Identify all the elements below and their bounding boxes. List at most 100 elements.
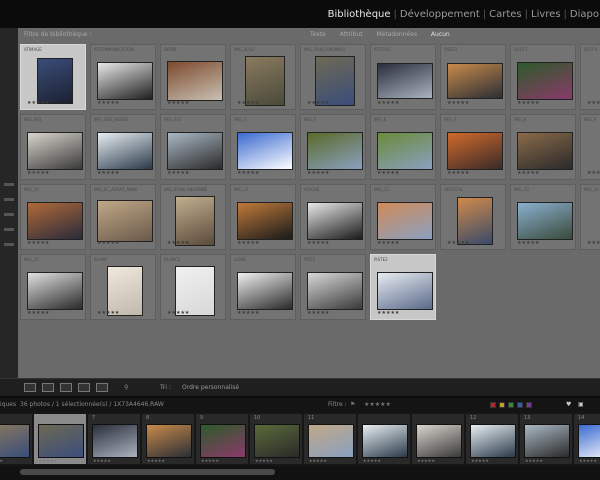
- photo-thumbnail[interactable]: [237, 202, 293, 240]
- rating-stars[interactable]: ★★★★★: [587, 100, 600, 106]
- photo-thumbnail[interactable]: [457, 197, 493, 245]
- filmstrip-thumbnail[interactable]: [92, 424, 138, 458]
- rating-stars[interactable]: ★★★★★: [27, 170, 49, 176]
- grid-cell[interactable]: BLANC2 ★★★★★: [160, 254, 226, 320]
- photo-thumbnail[interactable]: [245, 56, 285, 106]
- filmstrip-cell[interactable]: 12 ★★★★★: [466, 414, 518, 464]
- filmstrip-thumbnail[interactable]: [578, 424, 600, 458]
- grid-cell[interactable]: DSCF2 ★★★★★: [440, 44, 506, 110]
- filmstrip-thumbnail[interactable]: [146, 424, 192, 458]
- photo-thumbnail[interactable]: [517, 132, 573, 170]
- filmstrip-cell[interactable]: 9 ★★★★★: [196, 414, 248, 464]
- module-library[interactable]: Bibliothèque: [328, 9, 391, 20]
- filmstrip-scrollbar[interactable]: [0, 466, 600, 480]
- filmstrip-cell[interactable]: ★★★★★: [412, 414, 464, 464]
- photo-thumbnail[interactable]: [307, 132, 363, 170]
- photo-thumbnail[interactable]: [175, 196, 215, 246]
- grid-cell[interactable]: LIGNE ★★★★★: [230, 254, 296, 320]
- flag-icon[interactable]: ⚑: [350, 401, 355, 408]
- filter-attribute[interactable]: Attribut: [340, 31, 363, 38]
- color-label-filter[interactable]: [508, 402, 514, 408]
- grid-cell[interactable]: IMG_11 ★★★★★: [230, 184, 296, 250]
- photo-thumbnail[interactable]: [27, 132, 83, 170]
- painter-icon[interactable]: ⚲: [124, 384, 128, 391]
- grid-cell[interactable]: ATACHE ★★★★★: [300, 184, 366, 250]
- grid-cell[interactable]: ATCOMMUNICATION ★★★★★: [90, 44, 156, 110]
- photo-thumbnail[interactable]: [307, 272, 363, 310]
- sort-dropdown[interactable]: Ordre personnalisé: [182, 384, 239, 391]
- rating-stars[interactable]: ★★★★★: [237, 100, 259, 106]
- rating-stars[interactable]: ★★★★★: [237, 310, 259, 316]
- filmstrip-cell[interactable]: 14 ★★★★★: [574, 414, 600, 464]
- filmstrip-cell[interactable]: 8 ★★★★★: [142, 414, 194, 464]
- compare-view-icon[interactable]: [60, 383, 72, 392]
- color-label-filter[interactable]: [490, 402, 496, 408]
- grid-cell[interactable]: DSCF4 ★★★★★: [580, 44, 600, 110]
- rating-stars[interactable]: ★★★★★: [447, 170, 469, 176]
- rating-stars[interactable]: ★★★★★: [167, 100, 189, 106]
- rating-stars[interactable]: ★★★★★: [517, 170, 539, 176]
- grid-cell[interactable]: IMG_201 ★★★★★: [160, 114, 226, 180]
- rating-stars[interactable]: ★★★★★: [237, 240, 259, 246]
- filmstrip-cell[interactable]: 7 ★★★★★: [88, 414, 140, 464]
- module-book[interactable]: Livres: [531, 9, 561, 20]
- photo-thumbnail[interactable]: [517, 62, 573, 100]
- photo-thumbnail[interactable]: [37, 58, 73, 104]
- module-slideshow[interactable]: Diapo: [570, 9, 599, 20]
- filmstrip-thumbnail[interactable]: [254, 424, 300, 458]
- photo-thumbnail[interactable]: [377, 132, 433, 170]
- rating-stars[interactable]: ★★★★★: [447, 240, 469, 246]
- photo-thumbnail[interactable]: [167, 132, 223, 170]
- grid-cell[interactable]: VERTICAL ★★★★★: [440, 184, 506, 250]
- filter-text[interactable]: Texte: [310, 31, 326, 38]
- photo-thumbnail[interactable]: [167, 61, 223, 101]
- grid-cell[interactable]: IMG_SCAN_ANCIENNE ★★★★★: [160, 184, 226, 250]
- filmstrip-thumbnail[interactable]: [362, 424, 408, 458]
- rating-stars[interactable]: ★★★★★: [307, 240, 329, 246]
- rating-stars[interactable]: ★★★★★: [97, 310, 119, 316]
- grid-cell[interactable]: PISTE ★★★★★: [300, 254, 366, 320]
- grid-cell[interactable]: IMG_5 ★★★★★: [300, 114, 366, 180]
- filmstrip-thumbnail[interactable]: [470, 424, 516, 458]
- grid-cell[interactable]: IMG_13 ★★★★★: [510, 184, 576, 250]
- grid-cell[interactable]: IMG_14 ★★★★★: [580, 184, 600, 250]
- rating-stars[interactable]: ★★★★★: [517, 240, 539, 246]
- rating-stars[interactable]: ★★★★★: [377, 100, 399, 106]
- grid-cell[interactable]: IMG_12 ★★★★★: [370, 184, 436, 250]
- star-filter-icon[interactable]: ★★★★★: [364, 401, 391, 408]
- color-label-filter[interactable]: [526, 402, 532, 408]
- filmstrip-cell[interactable]: ★★★★★: [0, 414, 32, 464]
- rating-stars[interactable]: ★★★★★: [307, 310, 329, 316]
- rating-stars[interactable]: ★★★★★: [27, 240, 49, 246]
- photo-thumbnail[interactable]: [97, 62, 153, 100]
- rating-stars[interactable]: ★★★★★: [167, 240, 189, 246]
- photo-thumbnail[interactable]: [315, 56, 355, 106]
- photo-thumbnail[interactable]: [107, 266, 143, 316]
- rating-stars[interactable]: ★★★★★: [97, 240, 119, 246]
- loupe-view-icon[interactable]: [42, 383, 54, 392]
- rating-stars[interactable]: ★★★★★: [587, 240, 600, 246]
- grid-cell[interactable]: IMG_001 ★★★★★: [20, 114, 86, 180]
- filmstrip-thumbnail[interactable]: [38, 424, 84, 458]
- filmstrip-cell[interactable]: ★★★★★: [358, 414, 410, 464]
- photo-thumbnail[interactable]: [97, 132, 153, 170]
- rating-stars[interactable]: ★★★★★: [237, 170, 259, 176]
- left-panel-collapsed[interactable]: [0, 28, 19, 378]
- photo-thumbnail[interactable]: [307, 202, 363, 240]
- photo-thumbnail[interactable]: [237, 272, 293, 310]
- photo-thumbnail[interactable]: [175, 266, 215, 316]
- photo-thumbnail[interactable]: [377, 202, 433, 240]
- filmstrip-cell[interactable]: 6 ★★★★★: [34, 414, 86, 464]
- grid-cell[interactable]: ATIMAGE ★★★★★: [20, 44, 86, 110]
- rating-stars[interactable]: ★★★★★: [97, 100, 119, 106]
- filter-preset-icon[interactable]: ▣: [578, 401, 584, 408]
- filter-none[interactable]: Aucun: [431, 31, 450, 38]
- rating-stars[interactable]: ★★★★★: [167, 310, 189, 316]
- rating-stars[interactable]: ★★★★★: [377, 170, 399, 176]
- photo-thumbnail[interactable]: [377, 272, 433, 310]
- color-label-filter[interactable]: [499, 402, 505, 408]
- grid-cell[interactable]: IMG_OUT_BOUGE ★★★★★: [90, 114, 156, 180]
- photo-thumbnail[interactable]: [97, 200, 153, 242]
- grid-cell[interactable]: ATCCOS ★★★★★: [370, 44, 436, 110]
- photo-thumbnail[interactable]: [27, 202, 83, 240]
